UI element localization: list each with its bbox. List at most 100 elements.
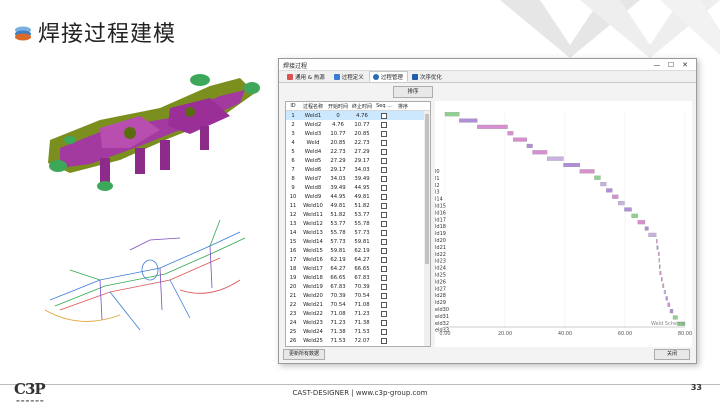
table-row[interactable]: 16 Weld15 59.81 62.19 — [286, 246, 430, 255]
seq-checkbox[interactable] — [381, 238, 387, 245]
column-header[interactable]: 终止时间 — [350, 103, 374, 110]
table-row[interactable]: 18 Weld17 64.27 66.65 — [286, 264, 430, 273]
table-row[interactable]: 24 Weld23 71.23 71.38 — [286, 318, 430, 327]
table-row[interactable]: 15 Weld14 57.73 59.81 — [286, 237, 430, 246]
column-header[interactable]: Seq ... — [374, 103, 394, 109]
table-cell: Weld9 — [304, 193, 322, 200]
decorative-chevrons — [500, 0, 720, 58]
seq-checkbox[interactable] — [381, 292, 387, 299]
seq-checkbox[interactable] — [381, 112, 387, 119]
seq-checkbox[interactable] — [381, 319, 387, 326]
seq-checkbox[interactable] — [381, 274, 387, 281]
minimize-button[interactable]: — — [650, 59, 664, 71]
seq-checkbox[interactable] — [381, 337, 387, 344]
table-cell: Weld — [306, 139, 320, 146]
table-cell: 70.54 — [330, 301, 346, 308]
gantt-bar — [579, 169, 595, 174]
table-cell: 55.78 — [330, 229, 346, 236]
seq-checkbox[interactable] — [381, 310, 387, 317]
table-cell: Weld11 — [303, 211, 323, 218]
y-tick-label: ld28 — [435, 293, 446, 299]
y-tick-label: ld21 — [435, 245, 446, 251]
slide: 焊接过程建模 焊接过程 — ☐ ✕ 通用 & 热源 过程定义 过程管理 次序优化… — [0, 0, 720, 412]
table-cell: 57.73 — [354, 229, 370, 236]
gantt-bar — [656, 239, 658, 244]
process-table[interactable]: ID 过程名称 开始时间 终止时间 Seq ... 排序 1 Weld1 0 4.76… — [285, 101, 431, 347]
seq-checkbox[interactable] — [381, 148, 387, 155]
table-row[interactable]: 11 Weld10 49.81 51.82 — [286, 201, 430, 210]
maximize-button[interactable]: ☐ — [664, 59, 678, 71]
table-row[interactable]: 8 Weld7 34.03 39.49 — [286, 174, 430, 183]
seq-cell — [374, 175, 394, 182]
seq-checkbox[interactable] — [381, 166, 387, 173]
table-cell: 39.49 — [354, 175, 370, 182]
table-row[interactable]: 26 Weld25 71.53 72.07 — [286, 336, 430, 345]
seq-checkbox[interactable] — [381, 211, 387, 218]
seq-checkbox[interactable] — [381, 202, 387, 209]
table-cell: Weld24 — [303, 328, 323, 335]
table-row[interactable]: 5 Weld4 22.73 27.29 — [286, 147, 430, 156]
tab-process-manage[interactable]: 过程管理 — [368, 71, 408, 82]
tab-general-heat-source[interactable]: 通用 & 热源 — [283, 71, 330, 82]
tab-bar: 通用 & 热源 过程定义 过程管理 次序优化 — [279, 71, 696, 83]
close-window-button[interactable]: ✕ — [678, 59, 692, 71]
table-row[interactable]: 4 Weld 20.85 22.73 — [286, 138, 430, 147]
table-row[interactable]: 22 Weld21 70.54 71.08 — [286, 300, 430, 309]
table-row[interactable]: 6 Weld5 27.29 29.17 — [286, 156, 430, 165]
table-row[interactable]: 19 Weld18 66.65 67.83 — [286, 273, 430, 282]
table-row[interactable]: 3 Weld3 10.77 20.85 — [286, 129, 430, 138]
tab-process-define[interactable]: 过程定义 — [330, 71, 369, 82]
table-scrollbar[interactable] — [424, 111, 430, 346]
gantt-bar — [631, 213, 638, 218]
seq-checkbox[interactable] — [381, 130, 387, 137]
table-row[interactable]: 2 Weld2 4.76 10.77 — [286, 120, 430, 129]
table-row[interactable]: 20 Weld19 67.83 70.39 — [286, 282, 430, 291]
table-row[interactable]: 25 Weld24 71.38 71.53 — [286, 327, 430, 336]
table-cell: 13 — [289, 220, 297, 227]
table-row[interactable]: 7 Weld6 29.17 34.03 — [286, 165, 430, 174]
seq-checkbox[interactable] — [381, 247, 387, 254]
table-cell: 71.53 — [330, 337, 346, 344]
column-header[interactable]: 排序 — [394, 103, 412, 110]
gantt-bar — [637, 220, 646, 225]
tab-sequence-optimize[interactable]: 次序优化 — [408, 71, 447, 82]
seq-checkbox[interactable] — [381, 301, 387, 308]
seq-checkbox[interactable] — [381, 121, 387, 128]
gantt-bar — [546, 156, 564, 161]
table-cell: 55.78 — [354, 220, 370, 227]
seq-checkbox[interactable] — [381, 265, 387, 272]
table-cell: Weld13 — [303, 229, 323, 236]
table-row[interactable]: 21 Weld20 70.39 70.54 — [286, 291, 430, 300]
column-header[interactable]: 开始时间 — [326, 103, 350, 110]
seq-checkbox[interactable] — [381, 139, 387, 146]
column-header[interactable]: ID — [286, 103, 300, 109]
window-titlebar[interactable]: 焊接过程 — ☐ ✕ — [279, 59, 696, 71]
table-cell: 8 — [291, 175, 295, 182]
table-row[interactable]: 14 Weld13 55.78 57.73 — [286, 228, 430, 237]
table-row[interactable]: 23 Weld22 71.08 71.23 — [286, 309, 430, 318]
column-header[interactable]: 过程名称 — [300, 103, 326, 110]
seq-checkbox[interactable] — [381, 193, 387, 200]
seq-checkbox[interactable] — [381, 229, 387, 236]
table-row[interactable]: 1 Weld1 0 4.76 — [286, 111, 430, 120]
seq-checkbox[interactable] — [381, 283, 387, 290]
seq-checkbox[interactable] — [381, 184, 387, 191]
gantt-bar — [659, 264, 661, 269]
table-row[interactable]: 13 Weld12 53.77 55.78 — [286, 219, 430, 228]
seq-checkbox[interactable] — [381, 256, 387, 263]
update-all-button[interactable]: 更新所有数据 — [283, 349, 325, 360]
seq-checkbox[interactable] — [381, 175, 387, 182]
seq-checkbox[interactable] — [381, 220, 387, 227]
seq-checkbox[interactable] — [381, 157, 387, 164]
table-row[interactable]: 17 Weld16 62.19 64.27 — [286, 255, 430, 264]
table-row[interactable]: 12 Weld11 51.82 53.77 — [286, 210, 430, 219]
table-row[interactable]: 9 Weld8 39.49 44.95 — [286, 183, 430, 192]
table-cell: 6 — [291, 157, 295, 164]
seq-checkbox[interactable] — [381, 328, 387, 335]
sort-button[interactable]: 排序 — [393, 86, 433, 98]
table-row[interactable]: 10 Weld9 44.95 49.81 — [286, 192, 430, 201]
table-cell: 20.85 — [354, 130, 370, 137]
gantt-bar — [444, 112, 460, 117]
close-button[interactable]: 关闭 — [654, 349, 690, 360]
scrollbar-thumb[interactable] — [425, 114, 429, 264]
